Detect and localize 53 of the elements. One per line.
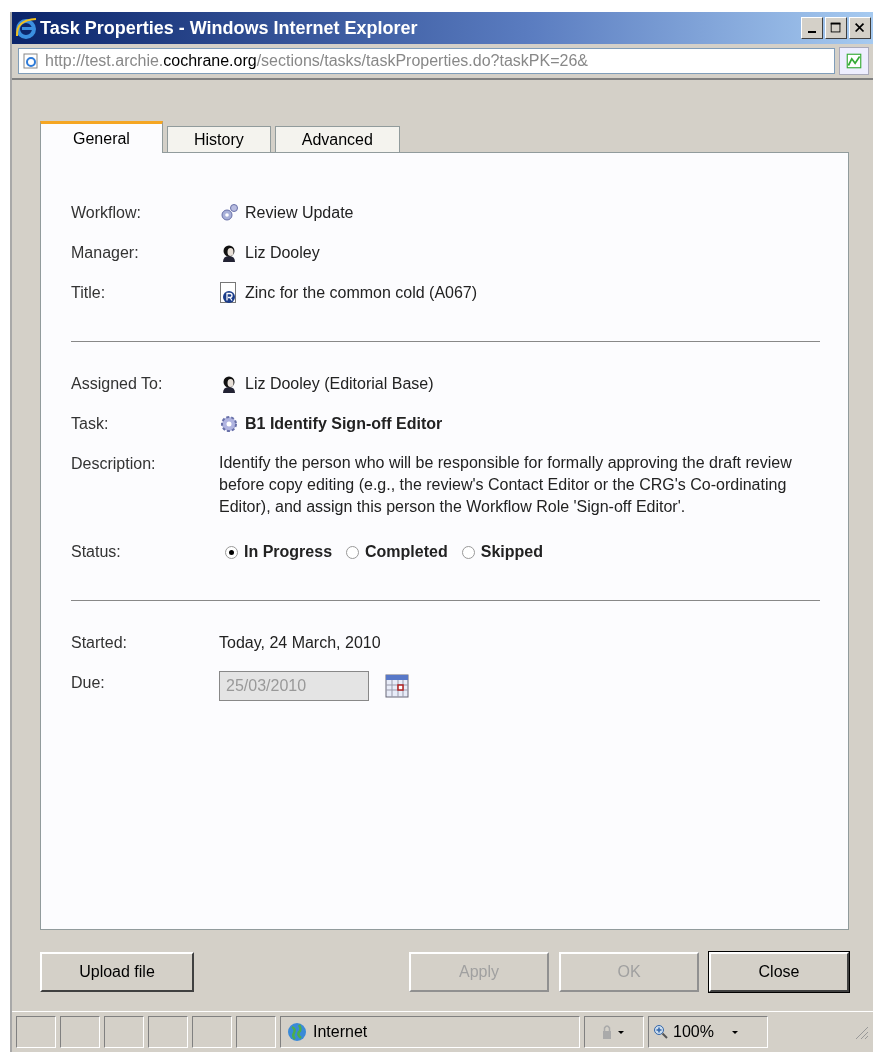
page-icon <box>23 53 39 69</box>
gears-icon <box>219 202 239 224</box>
field-value: Identify the person who will be responsible for formally approving the draft review before copy editing (e.g., the review's Contact Editor or the CRG's Co-ordinating Editor), and assign this person the Workflow Role 'Sign-off Editor'. <box>219 453 793 517</box>
browser-logo-icon <box>14 16 38 40</box>
close-button[interactable] <box>849 17 871 39</box>
field-label: Manager: <box>71 243 140 263</box>
field-label: Task: <box>71 414 110 434</box>
radio-button[interactable] <box>346 545 360 559</box>
field-value: Zinc for the common cold (A067) <box>245 283 478 303</box>
field-label: Started: <box>71 633 129 653</box>
radio-option[interactable]: In Progress <box>225 540 333 564</box>
security-zone: Internet <box>313 1023 368 1041</box>
upload-button[interactable]: Upload file <box>40 952 194 992</box>
maximize-button[interactable] <box>825 17 847 39</box>
calendar-button[interactable] <box>385 674 409 698</box>
compatibility-button[interactable] <box>839 47 869 75</box>
zoom-icon <box>653 1024 669 1040</box>
gear-icon <box>219 413 239 435</box>
radio-button[interactable] <box>225 545 238 559</box>
field-label: Status: <box>71 542 122 562</box>
status-pane <box>148 1016 188 1048</box>
field-label: Description: <box>71 454 157 474</box>
minimize-button[interactable] <box>801 17 823 39</box>
resize-grip-icon <box>853 1024 869 1040</box>
window-title: Task Properties - Windows Internet Explorer <box>40 17 419 39</box>
maximize-icon <box>829 21 843 35</box>
status-pane <box>104 1016 144 1048</box>
radio-option[interactable]: Skipped <box>461 540 543 564</box>
tab[interactable]: Advanced <box>274 126 400 152</box>
globe-icon <box>287 1022 307 1042</box>
field-label: Title: <box>71 283 107 303</box>
field-value: Liz Dooley <box>245 243 320 263</box>
field-value: Today, 24 March, 2010 <box>219 633 381 653</box>
close-icon <box>853 21 867 35</box>
status-pane <box>192 1016 232 1048</box>
radio-button[interactable] <box>461 545 475 559</box>
chart-page-icon <box>845 52 863 70</box>
field-value: B1 Identify Sign-off Editor <box>245 414 443 434</box>
dialog-button[interactable]: Close <box>709 952 849 992</box>
document-icon <box>219 282 239 304</box>
tab[interactable]: General <box>40 121 163 153</box>
field-value: Liz Dooley (Editorial Base) <box>245 374 434 394</box>
field-label: Due: <box>71 673 106 693</box>
field-label: Workflow: <box>71 203 142 223</box>
address-field[interactable]: http://test.archie.cochrane.org/sections/tasks/taskProperties.do?taskPK=26& <box>18 48 835 74</box>
minimize-icon <box>808 31 816 33</box>
field-label: Assigned To: <box>71 374 164 394</box>
field-value: Review Update <box>245 203 354 223</box>
status-pane <box>236 1016 276 1048</box>
status-pane <box>16 1016 56 1048</box>
tab[interactable]: History <box>166 126 271 152</box>
status-pane <box>60 1016 100 1048</box>
radio-option[interactable]: Completed <box>346 540 448 564</box>
